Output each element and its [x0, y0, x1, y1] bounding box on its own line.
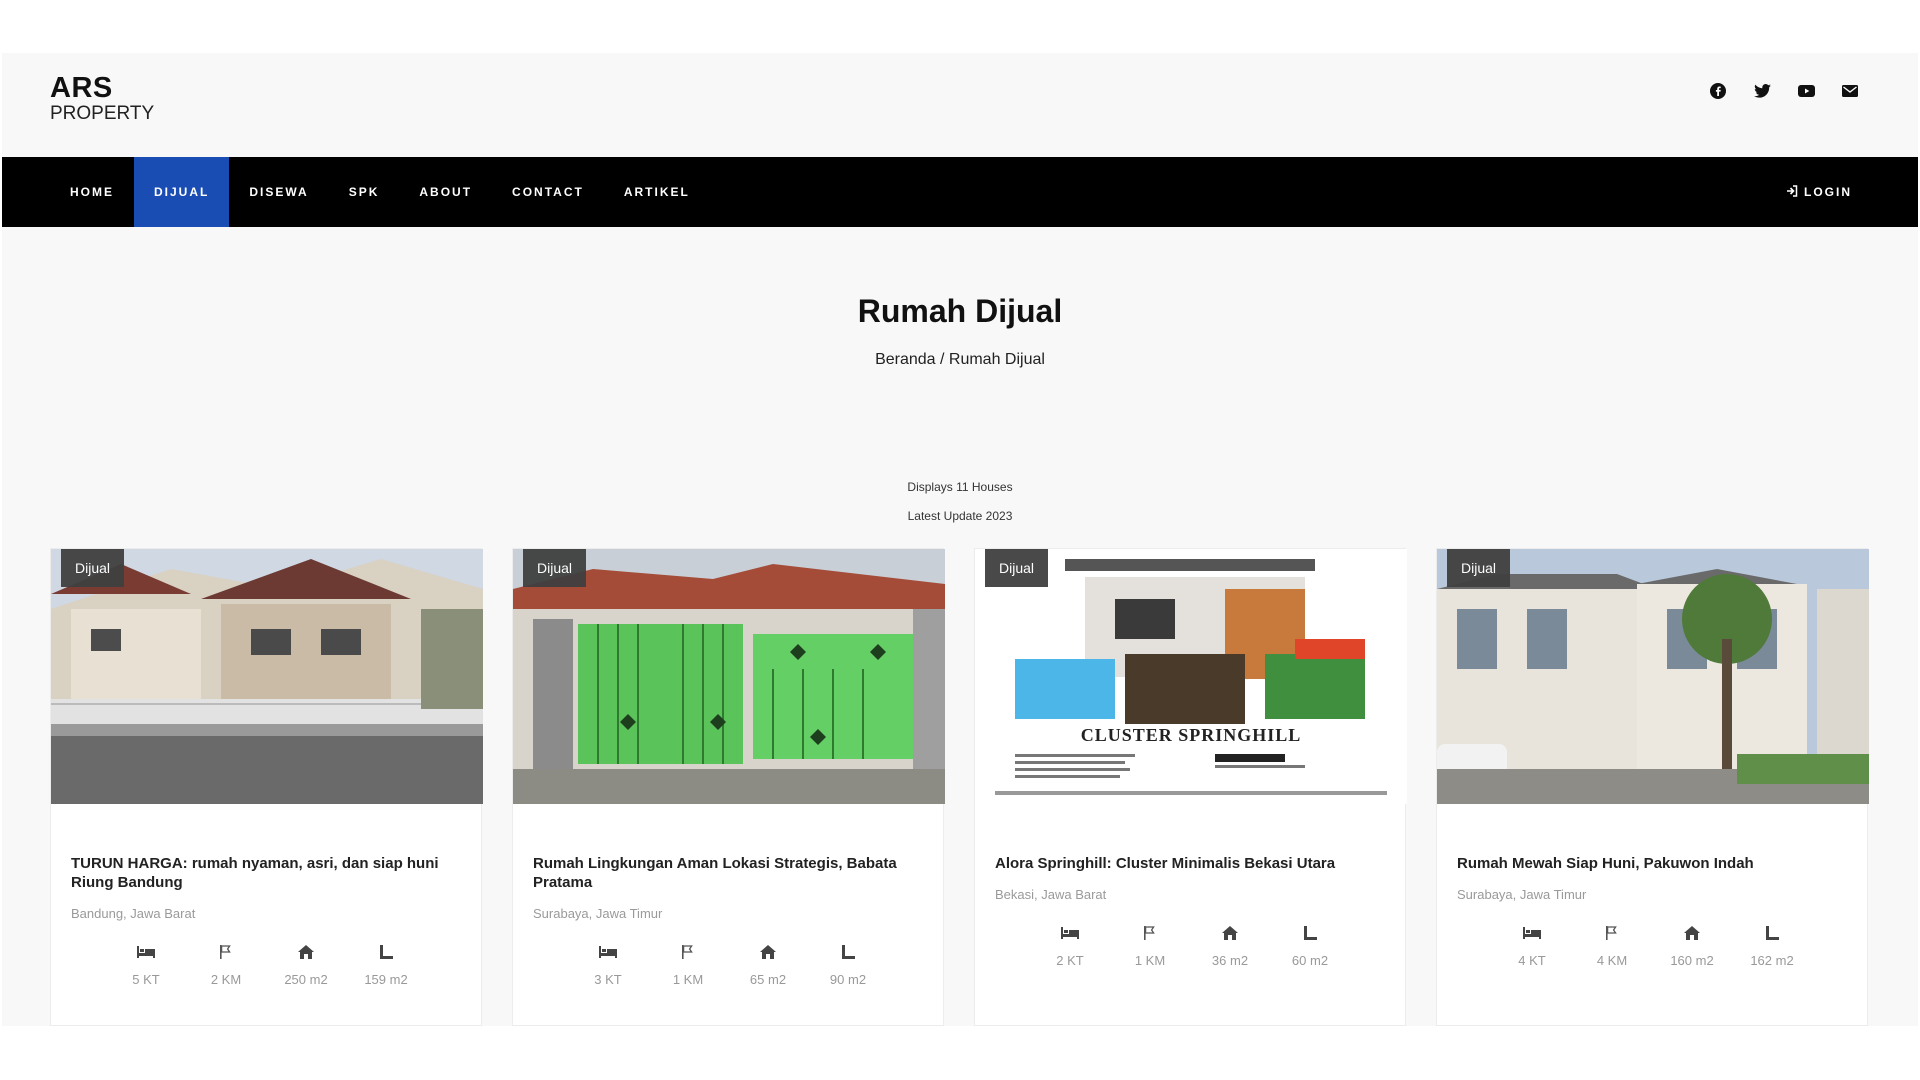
listing-count: Displays 11 Houses [907, 480, 1013, 494]
stat-label: 159 m2 [364, 972, 408, 987]
page: ARS PROPERTY HOME DIJUAL DISEWA SPK ABOU… [2, 53, 1918, 1026]
mail-icon[interactable] [1840, 81, 1860, 101]
house-icon [759, 944, 777, 960]
nav-artikel[interactable]: ARTIKEL [604, 157, 710, 227]
property-card[interactable]: CLUSTER SPRINGHILL Dijual Alora Springhi… [974, 548, 1407, 1026]
stat-land-area: 162 m2 [1732, 925, 1812, 968]
logo-sub-text: PROPERTY [50, 103, 155, 124]
land-icon [1301, 925, 1319, 941]
stat-label: 65 m2 [749, 972, 787, 987]
stat-building-area: 36 m2 [1190, 925, 1270, 968]
breadcrumb[interactable]: Beranda / Rumah Dijual [2, 351, 1918, 369]
stat-building-area: 250 m2 [266, 944, 346, 987]
stat-bathrooms: 4 KM [1572, 925, 1652, 968]
status-badge: Dijual [61, 549, 125, 587]
property-stats: 2 KT 1 KM 36 m2 60 m2 [1030, 925, 1350, 968]
bed-icon [1523, 925, 1541, 941]
stat-label: 60 m2 [1291, 953, 1329, 968]
stat-bathrooms: 1 KM [1110, 925, 1190, 968]
property-photo[interactable]: CLUSTER SPRINGHILL Dijual [975, 549, 1407, 804]
stat-building-area: 160 m2 [1652, 925, 1732, 968]
property-location: Surabaya, Jawa Timur [533, 906, 663, 921]
stat-label: 5 KT [132, 972, 160, 987]
latest-update: Latest Update 2023 [907, 509, 1013, 523]
nav-menu: HOME DIJUAL DISEWA SPK ABOUT CONTACT ART… [50, 157, 710, 227]
property-location: Surabaya, Jawa Timur [1457, 887, 1587, 902]
login-icon [1786, 184, 1798, 200]
logo[interactable]: ARS PROPERTY [50, 73, 154, 125]
status-badge: Dijual [1447, 549, 1511, 587]
login-button[interactable]: LOGIN [1786, 157, 1852, 227]
nav-contact[interactable]: CONTACT [492, 157, 604, 227]
stat-label: 4 KT [1518, 953, 1546, 968]
property-card[interactable]: Dijual Rumah Lingkungan Aman Lokasi Stra… [512, 548, 945, 1026]
property-title[interactable]: Rumah Lingkungan Aman Lokasi Strategis, … [533, 854, 923, 892]
stat-bathrooms: 1 KM [648, 944, 728, 987]
status-badge: Dijual [985, 549, 1049, 587]
youtube-icon[interactable] [1796, 81, 1816, 101]
property-photo[interactable]: Dijual [513, 549, 945, 804]
stat-bedrooms: 5 KT [106, 944, 186, 987]
bed-icon [599, 944, 617, 960]
stat-label: 160 m2 [1670, 953, 1714, 968]
flag-icon [679, 944, 697, 960]
stat-land-area: 60 m2 [1270, 925, 1350, 968]
stat-building-area: 65 m2 [728, 944, 808, 987]
property-photo[interactable]: Dijual [1437, 549, 1869, 804]
property-stats: 3 KT 1 KM 65 m2 90 m2 [568, 944, 888, 987]
stat-label: 90 m2 [829, 972, 867, 987]
twitter-icon[interactable] [1752, 81, 1772, 101]
property-title[interactable]: Rumah Mewah Siap Huni, Pakuwon Indah [1457, 854, 1847, 873]
status-badge: Dijual [523, 549, 587, 587]
property-card[interactable]: Dijual Rumah Mewah Siap Huni, Pakuwon In… [1436, 548, 1869, 1026]
stat-land-area: 159 m2 [346, 944, 426, 987]
nav-spk[interactable]: SPK [329, 157, 400, 227]
top-header: ARS PROPERTY [2, 53, 1918, 157]
land-icon [1763, 925, 1781, 941]
logo-main-text: ARS [50, 72, 113, 104]
flag-icon [1141, 925, 1159, 941]
stat-label: 250 m2 [284, 972, 328, 987]
stat-label: 4 KM [1596, 953, 1628, 968]
house-icon [1221, 925, 1239, 941]
property-title[interactable]: Alora Springhill: Cluster Minimalis Beka… [995, 854, 1385, 873]
main-navbar: HOME DIJUAL DISEWA SPK ABOUT CONTACT ART… [2, 157, 1918, 227]
stat-label: 36 m2 [1211, 953, 1249, 968]
land-icon [839, 944, 857, 960]
bed-icon [137, 944, 155, 960]
stat-bathrooms: 2 KM [186, 944, 266, 987]
stat-bedrooms: 4 KT [1492, 925, 1572, 968]
property-location: Bekasi, Jawa Barat [995, 887, 1107, 902]
nav-disewa[interactable]: DISEWA [229, 157, 328, 227]
property-photo[interactable]: Dijual [51, 549, 483, 804]
property-stats: 4 KT 4 KM 160 m2 162 m2 [1492, 925, 1812, 968]
property-stats: 5 KT 2 KM 250 m2 159 m2 [106, 944, 426, 987]
property-location: Bandung, Jawa Barat [71, 906, 196, 921]
land-icon [377, 944, 395, 960]
nav-home[interactable]: HOME [50, 157, 134, 227]
nav-dijual[interactable]: DIJUAL [134, 157, 230, 227]
house-icon [297, 944, 315, 960]
property-card[interactable]: Dijual TURUN HARGA: rumah nyaman, asri, … [50, 548, 483, 1026]
nav-about[interactable]: ABOUT [399, 157, 492, 227]
page-title: Rumah Dijual [857, 293, 1063, 329]
bed-icon [1061, 925, 1079, 941]
stat-bedrooms: 2 KT [1030, 925, 1110, 968]
stat-bedrooms: 3 KT [568, 944, 648, 987]
stat-label: 1 KM [672, 972, 704, 987]
stat-label: 3 KT [594, 972, 622, 987]
stat-label: 1 KM [1134, 953, 1166, 968]
stat-label: 2 KT [1056, 953, 1084, 968]
stat-land-area: 90 m2 [808, 944, 888, 987]
stat-label: 2 KM [210, 972, 242, 987]
login-label: LOGIN [1804, 185, 1852, 199]
social-links [1708, 81, 1860, 101]
house-icon [1683, 925, 1701, 941]
facebook-icon[interactable] [1708, 81, 1728, 101]
flag-icon [1603, 925, 1621, 941]
flag-icon [217, 944, 235, 960]
stat-label: 162 m2 [1750, 953, 1794, 968]
property-title[interactable]: TURUN HARGA: rumah nyaman, asri, dan sia… [71, 854, 461, 892]
